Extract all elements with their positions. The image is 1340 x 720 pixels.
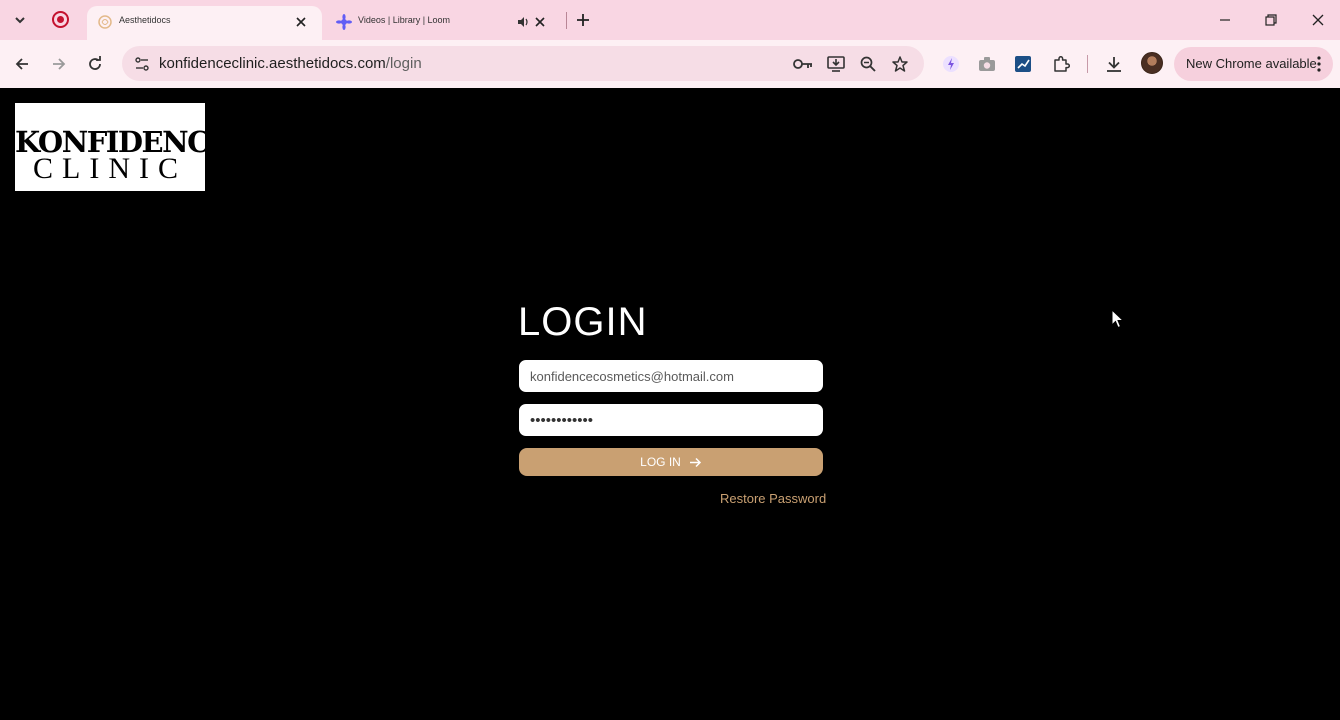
browser-toolbar: konfidenceclinic.aesthetidocs.com/login … [0,40,1340,88]
chart-extension-icon[interactable] [1010,51,1036,77]
password-key-icon[interactable] [791,52,815,76]
close-window-icon [1312,14,1324,26]
minimize-button[interactable] [1210,6,1240,34]
tab-search-button[interactable] [8,8,32,32]
downloads-icon[interactable] [1101,51,1127,77]
zoom-icon[interactable] [856,52,880,76]
toolbar-divider [1087,55,1088,73]
email-field[interactable] [520,361,822,391]
tab-aesthetidocs[interactable]: Aesthetidocs [87,6,322,40]
profile-avatar[interactable] [1141,52,1163,74]
reload-icon [89,56,101,70]
login-button[interactable]: LOG IN [519,448,823,476]
login-page: KONFIDENCE CLINIC LOGIN LOG IN Restore P… [0,88,1340,720]
close-tab-icon[interactable] [290,11,312,33]
restore-window-button[interactable] [1256,6,1286,34]
url-text[interactable]: konfidenceclinic.aesthetidocs.com/login [159,55,422,72]
arrow-right-icon [53,58,66,70]
tab-title: Videos | Library | Loom [358,15,451,25]
bookmark-star-icon[interactable] [888,52,912,76]
url-path: /login [385,55,422,72]
chevron-down-icon [15,17,25,24]
logo-line-2: CLINIC [33,152,187,185]
login-heading: LOGIN [518,300,648,344]
install-app-icon[interactable] [824,52,848,76]
mouse-cursor-icon [1111,309,1125,329]
record-icon[interactable] [52,11,69,28]
extensions-puzzle-icon[interactable] [1048,51,1074,77]
new-tab-button[interactable] [572,9,594,31]
menu-kebab-icon[interactable] [1311,53,1327,75]
loom-favicon-icon [336,14,352,30]
password-field[interactable] [520,405,822,435]
forward-button[interactable] [47,52,71,76]
konfidence-clinic-logo: KONFIDENCE CLINIC [15,103,205,191]
login-button-label: LOG IN [640,455,681,469]
site-info-icon[interactable] [131,53,153,75]
password-field-wrapper [519,404,823,436]
tab-loom[interactable]: Videos | Library | Loom [326,6,561,40]
aesthetidocs-favicon-icon [98,15,112,29]
tab-title: Aesthetidocs [119,15,171,25]
restore-window-icon [1265,14,1277,26]
plus-icon [577,14,589,26]
url-domain: konfidenceclinic.aesthetidocs.com [159,55,386,72]
close-window-button[interactable] [1303,6,1333,34]
camera-icon[interactable] [974,51,1000,77]
tab-divider [566,12,567,29]
tab-strip: Aesthetidocs Videos | Library | Loom [0,0,1340,40]
email-field-wrapper [519,360,823,392]
arrow-left-icon [15,58,28,70]
minimize-icon [1220,19,1230,21]
update-label: New Chrome available [1186,56,1317,71]
reload-button[interactable] [83,52,107,76]
close-tab-icon[interactable] [529,11,551,33]
extension-purple-icon[interactable] [938,51,964,77]
back-button[interactable] [10,52,34,76]
restore-password-link[interactable]: Restore Password [720,491,826,506]
address-bar[interactable]: konfidenceclinic.aesthetidocs.com/login [122,46,924,81]
new-chrome-available-button[interactable]: New Chrome available [1174,47,1333,81]
arrow-right-icon [689,457,701,467]
